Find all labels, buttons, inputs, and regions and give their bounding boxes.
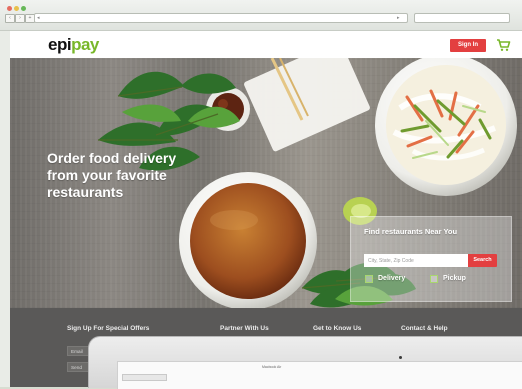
epipay-logo[interactable]: epipay (48, 35, 99, 55)
find-restaurants-title: Find restaurants Near You (364, 227, 458, 236)
url-left-marker: ◂ (37, 15, 40, 21)
site-header: epipay Sign In (10, 31, 522, 58)
minimize-window-button[interactable] (14, 6, 19, 11)
logo-pay: pay (71, 35, 99, 54)
laptop-frame: Macbook Air (88, 336, 522, 389)
close-window-button[interactable] (7, 6, 12, 11)
hero-headline: Order food delivery from your favorite r… (47, 150, 177, 200)
website-viewport: epipay Sign In Order food delivery from … (10, 31, 522, 387)
browser-chrome: ‹ › + ◂ ▸ (0, 0, 522, 31)
delivery-label: Delivery (378, 275, 406, 282)
delivery-checkbox[interactable] (365, 275, 373, 283)
url-right-marker: ▸ (397, 15, 400, 21)
laptop-window-title: Macbook Air (262, 365, 282, 369)
pickup-checkbox[interactable] (430, 275, 438, 283)
laptop-screen: Macbook Air (117, 361, 522, 389)
logo-epi: epi (48, 35, 72, 54)
contact-help-link[interactable]: Contact & Help (401, 325, 448, 332)
sign-in-button[interactable]: Sign In (450, 39, 486, 52)
address-bar[interactable]: ◂ ▸ (34, 13, 408, 23)
back-button[interactable]: ‹ (5, 14, 15, 23)
browser-window: ‹ › + ◂ ▸ epipay Sign In Order food deli… (0, 0, 522, 387)
partner-link[interactable]: Partner With Us (220, 325, 269, 332)
hero-section: Order food delivery from your favorite r… (10, 58, 522, 308)
special-offers-heading: Sign Up For Special Offers (67, 325, 150, 332)
search-button[interactable]: Search (468, 254, 497, 267)
laptop-browser-tabs (122, 374, 167, 381)
maximize-window-button[interactable] (21, 6, 26, 11)
get-to-know-us-link[interactable]: Get to Know Us (313, 325, 361, 332)
browser-search-field[interactable] (414, 13, 510, 23)
location-search-input[interactable] (364, 254, 468, 267)
pickup-label: Pickup (443, 275, 466, 282)
forward-button[interactable]: › (15, 14, 25, 23)
shopping-cart-icon[interactable] (496, 38, 511, 52)
camera-icon (399, 356, 402, 359)
restaurant-search-panel: Find restaurants Near You Search Deliver… (350, 216, 512, 302)
